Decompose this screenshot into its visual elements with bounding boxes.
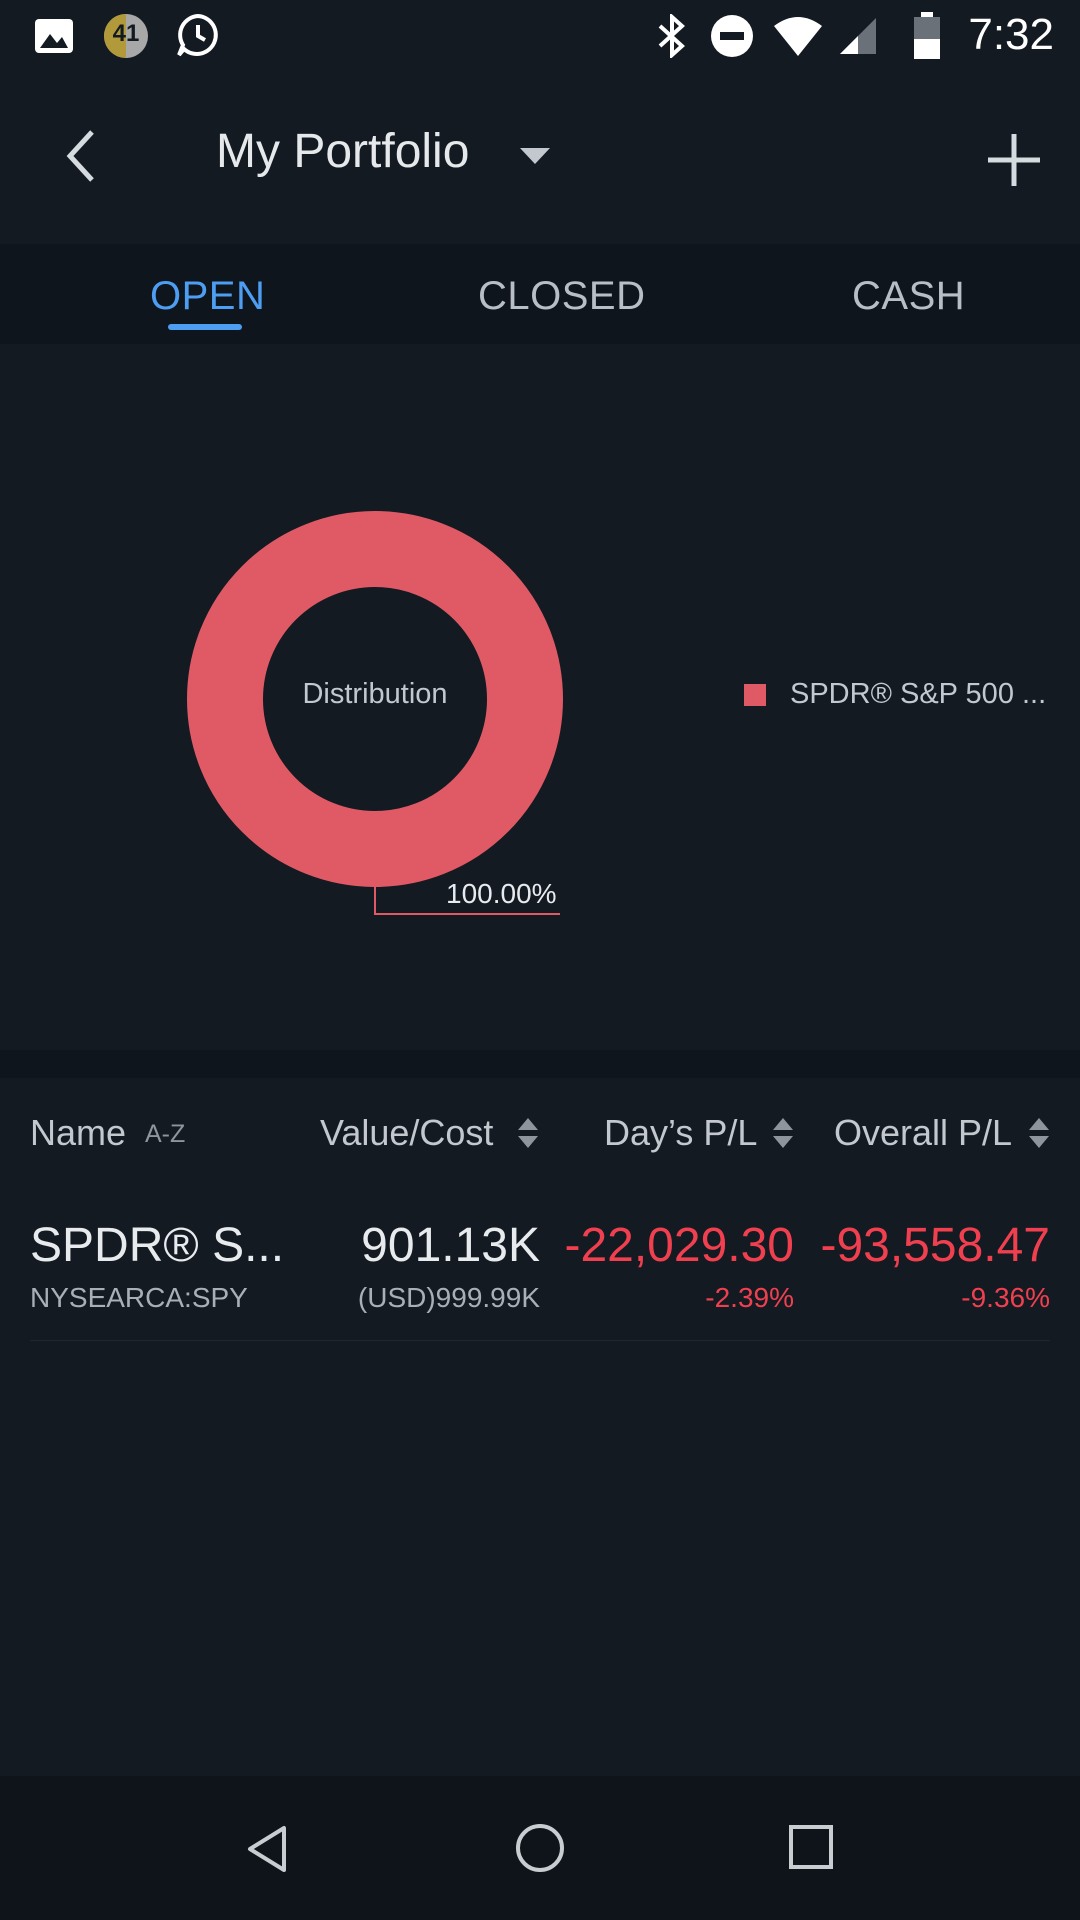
- holding-name: SPDR® S...: [30, 1219, 285, 1272]
- tab-open[interactable]: OPEN: [150, 274, 265, 319]
- header-days-pl[interactable]: Day’s P/L: [604, 1112, 757, 1154]
- sort-value-icon[interactable]: [517, 1116, 539, 1150]
- app-bar: My Portfolio: [0, 72, 1080, 242]
- holding-ticker: NYSEARCA:SPY: [30, 1282, 248, 1313]
- recents-square-icon[interactable]: [788, 1824, 834, 1870]
- chevron-left-icon[interactable]: [60, 126, 102, 186]
- status-time: 7:32: [968, 10, 1054, 59]
- system-nav-bar: [0, 1776, 1080, 1920]
- battery-icon: [914, 12, 940, 59]
- back-triangle-icon[interactable]: [244, 1824, 294, 1874]
- wifi-icon: [774, 17, 822, 56]
- slice-percent-label: 100.00%: [446, 878, 557, 909]
- tab-indicator: [168, 324, 242, 330]
- header-name[interactable]: Name: [30, 1112, 126, 1154]
- header-value-cost[interactable]: Value/Cost: [320, 1112, 493, 1154]
- holding-cost: (USD)999.99K: [357, 1282, 540, 1313]
- holding-days-pl: -22,029.30: [564, 1219, 794, 1272]
- donut-chart: [187, 511, 563, 915]
- row-divider: [30, 1340, 1050, 1341]
- home-circle-icon[interactable]: [514, 1822, 566, 1874]
- status-bar: 41 7:32: [0, 0, 1080, 72]
- tab-closed[interactable]: CLOSED: [478, 274, 646, 319]
- header-name-sort[interactable]: A-Z: [145, 1120, 185, 1149]
- holding-days-pl-pct: -2.39%: [705, 1282, 794, 1313]
- holding-value: 901.13K: [361, 1219, 540, 1272]
- do-not-disturb-icon: [711, 15, 753, 57]
- triangle-down-icon[interactable]: [518, 144, 552, 168]
- section-divider: [0, 1050, 1080, 1078]
- tab-bar: OPEN CLOSED CASH: [0, 244, 1080, 344]
- sort-overall-pl-icon[interactable]: [1028, 1116, 1050, 1150]
- bluetooth-icon: [658, 14, 685, 58]
- cell-signal-icon: [840, 18, 876, 54]
- distribution-chart: Distribution 100.00% SPDR® S&P 500 ...: [0, 344, 1080, 1050]
- legend-swatch: [744, 684, 766, 706]
- holding-overall-pl: -93,558.47: [820, 1219, 1050, 1272]
- page-title[interactable]: My Portfolio: [216, 124, 469, 179]
- notification-badge-count: 41: [112, 20, 140, 47]
- legend-label[interactable]: SPDR® S&P 500 ...: [790, 678, 1046, 711]
- image-icon: [35, 19, 73, 53]
- clock-message-icon: [177, 13, 218, 57]
- tab-cash[interactable]: CASH: [852, 274, 965, 319]
- holding-overall-pl-pct: -9.36%: [961, 1282, 1050, 1313]
- donut-center-label: Distribution: [302, 678, 448, 710]
- sort-days-pl-icon[interactable]: [772, 1116, 794, 1150]
- header-overall-pl[interactable]: Overall P/L: [834, 1112, 1012, 1154]
- plus-icon[interactable]: [986, 132, 1042, 188]
